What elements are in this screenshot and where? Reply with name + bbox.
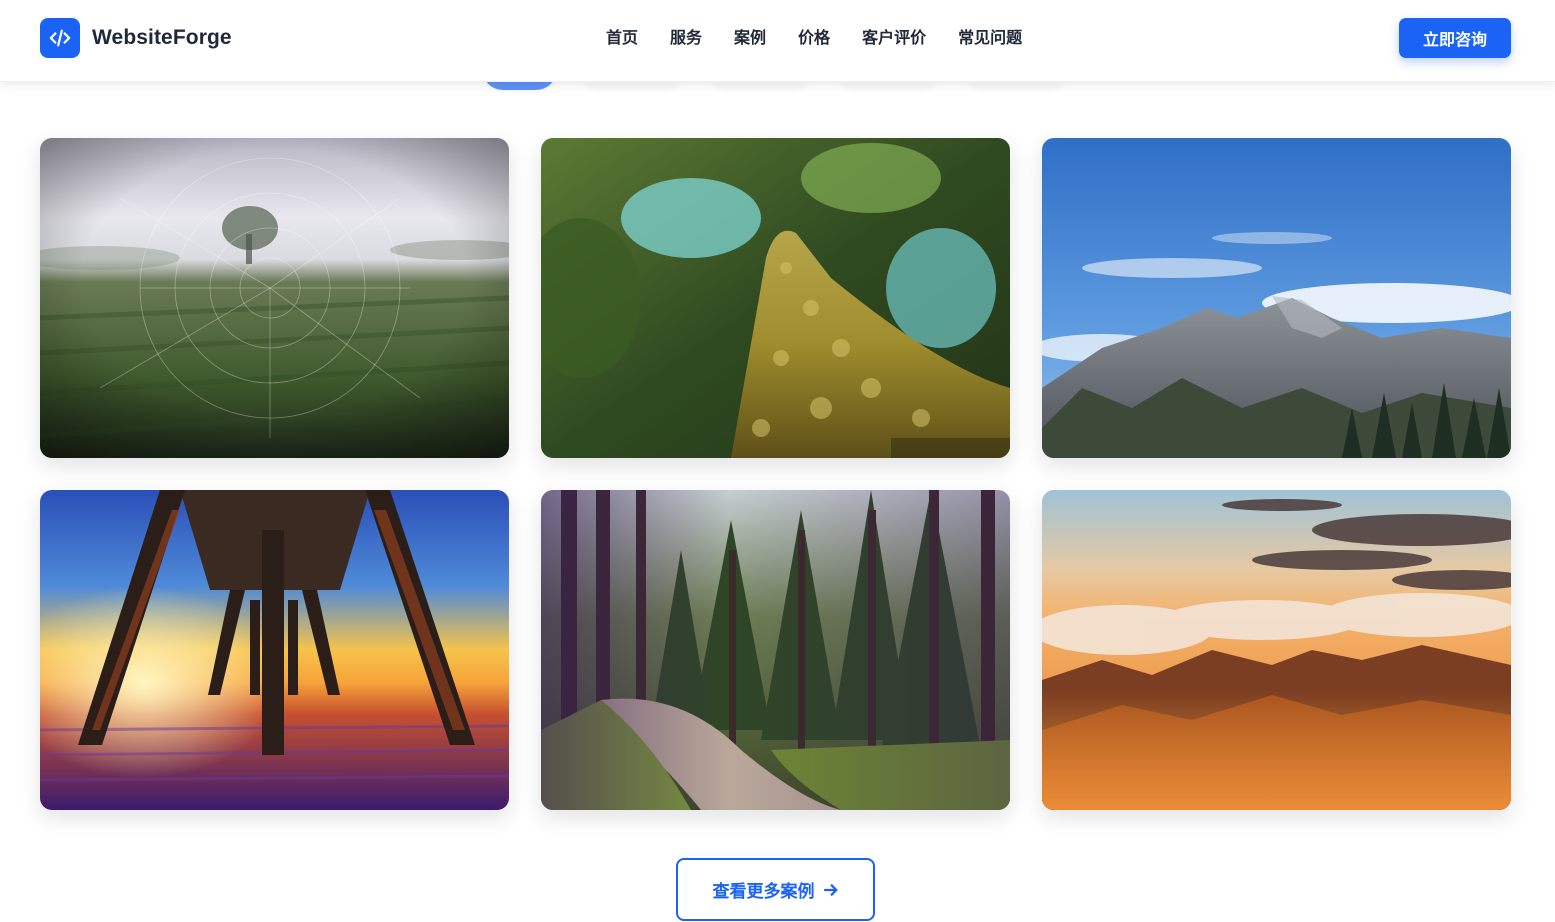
- view-more-cases-button[interactable]: 查看更多案例: [676, 858, 875, 921]
- nav-item-services[interactable]: 服务: [670, 27, 702, 49]
- consult-button[interactable]: 立即咨询: [1399, 18, 1511, 58]
- mossy-tree-image: [541, 138, 1010, 458]
- main-nav: 首页 服务 案例 价格 客户评价 常见问题: [606, 27, 1022, 49]
- gallery-item-mossy-tree[interactable]: [541, 138, 1010, 458]
- nav-item-faq[interactable]: 常见问题: [958, 27, 1022, 49]
- brand[interactable]: WebsiteForge: [40, 18, 232, 58]
- misty-field-image: [40, 138, 509, 458]
- pier-sunset-image: [40, 490, 509, 810]
- view-more-label: 查看更多案例: [712, 882, 815, 902]
- mountain-image: [1042, 138, 1511, 458]
- nav-item-home[interactable]: 首页: [606, 27, 638, 49]
- gallery-item-mountain-sunset[interactable]: [1042, 490, 1511, 810]
- gallery-item-pier-sunset[interactable]: [40, 490, 509, 810]
- gallery-item-mountain[interactable]: [1042, 138, 1511, 458]
- gallery-item-misty-field[interactable]: [40, 138, 509, 458]
- gallery-item-forest-path[interactable]: [541, 490, 1010, 810]
- mountain-sunset-image: [1042, 490, 1511, 810]
- forest-path-image: [541, 490, 1010, 810]
- arrow-right-icon: [823, 882, 839, 898]
- code-icon: [40, 18, 80, 58]
- site-header: WebsiteForge 首页 服务 案例 价格 客户评价 常见问题 立即咨询: [0, 0, 1555, 82]
- nav-item-cases[interactable]: 案例: [734, 27, 766, 49]
- nav-item-pricing[interactable]: 价格: [798, 27, 830, 49]
- nav-item-testimonials[interactable]: 客户评价: [862, 27, 926, 49]
- brand-name: WebsiteForge: [92, 26, 232, 49]
